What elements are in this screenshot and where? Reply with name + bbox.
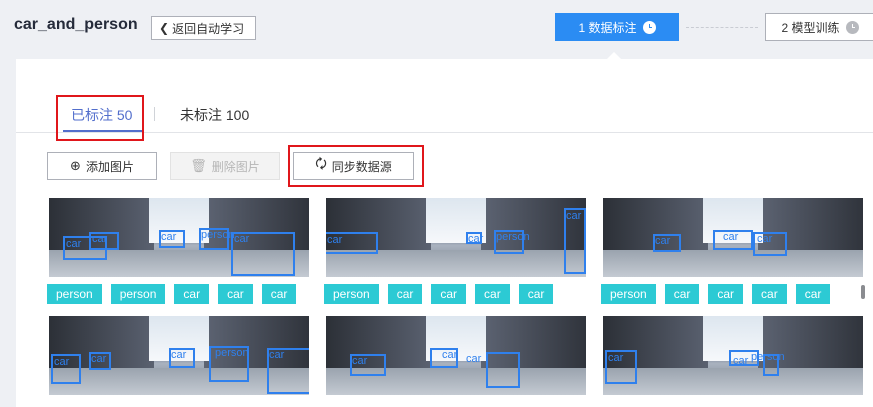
step-label: 2 模型训练	[781, 20, 840, 35]
street-image-thumbnail[interactable]: car person car	[603, 316, 863, 395]
tag: car	[475, 284, 510, 304]
bbox-label: car	[92, 233, 108, 245]
bbox-label: car	[442, 349, 458, 361]
bbox-label: person	[496, 231, 530, 243]
bbox-label: car	[161, 231, 177, 243]
image-tags: person car car car car	[324, 284, 554, 304]
clock-icon	[642, 20, 656, 34]
tag: car	[431, 284, 467, 304]
tab-divider	[154, 107, 155, 121]
bbox-label: car	[269, 349, 285, 361]
delete-image-button[interactable]: 🗑 删除图片	[170, 152, 280, 180]
bbox-label: car	[466, 353, 482, 365]
bbox-label: car	[723, 231, 739, 243]
step-data-labeling[interactable]: 1 数据标注	[555, 13, 679, 41]
bbox-label: car	[655, 235, 671, 247]
image-tags: person person car car car	[47, 284, 297, 304]
back-to-autolearning-button[interactable]: ❮ 返回自动学习	[151, 16, 256, 40]
street-image-thumbnail[interactable]: car car car person car	[49, 198, 309, 277]
tab-bar: 已标注 50 未标注 100	[16, 59, 873, 133]
tag: car	[218, 284, 253, 304]
bbox-label: car	[757, 233, 773, 245]
tag: car	[664, 284, 700, 304]
step-model-training[interactable]: 2 模型训练	[765, 13, 873, 41]
tag: person	[110, 284, 166, 304]
add-image-button[interactable]: ⊕ 添加图片	[47, 152, 157, 180]
bbox-label: car	[234, 233, 250, 245]
tag: car	[261, 284, 297, 304]
clock-icon	[845, 20, 859, 34]
chevron-left-icon: ❮	[159, 21, 170, 35]
bbox-label: car	[66, 238, 82, 250]
bbox-label: car	[352, 355, 368, 367]
bbox-label: car	[566, 210, 582, 222]
main-panel: 已标注 50 未标注 100 ⊕ 添加图片 🗑 删除图片 🗘 同步数据源 car…	[16, 59, 873, 407]
tag: person	[601, 284, 656, 304]
street-image-thumbnail[interactable]: car car car	[603, 198, 863, 277]
bbox-label: person	[201, 229, 235, 241]
bbox-label: car	[733, 355, 749, 367]
bbox-label: person	[215, 347, 249, 359]
bbox-label: car	[327, 234, 343, 246]
bbox-label: car	[468, 233, 484, 245]
highlight-box-sync	[288, 145, 424, 187]
top-bar: car_and_person ❮ 返回自动学习 1 数据标注 2 模型训练	[0, 0, 873, 59]
tag: car	[174, 284, 210, 304]
tag: car	[387, 284, 423, 304]
tag: car	[518, 284, 554, 304]
bbox-label: car	[608, 352, 624, 364]
bbox-label: car	[91, 353, 107, 365]
tab-unlabeled[interactable]: 未标注 100	[180, 105, 249, 125]
highlight-box-tab	[56, 95, 144, 141]
street-image-thumbnail[interactable]: car car car	[326, 316, 586, 395]
trash-icon: 🗑	[190, 158, 207, 173]
tag: person	[324, 284, 379, 304]
active-step-pointer	[607, 52, 621, 59]
tag: person	[47, 284, 102, 304]
street-image-thumbnail[interactable]: car car car person car	[49, 316, 309, 395]
step-label: 1 数据标注	[578, 20, 637, 35]
back-button-label: 返回自动学习	[172, 21, 245, 36]
add-image-label: 添加图片	[85, 159, 134, 174]
step-connector	[686, 27, 758, 28]
image-tags: person car car car car	[601, 284, 831, 304]
tags-scrollbar[interactable]	[861, 285, 865, 299]
plus-circle-icon: ⊕	[70, 158, 81, 173]
bbox-label: car	[54, 356, 70, 368]
tag: car	[752, 284, 787, 304]
image-grid: car car car person car person person car…	[47, 196, 873, 407]
tag: car	[795, 284, 831, 304]
bbox-label: car	[171, 349, 187, 361]
dataset-title: car_and_person	[14, 16, 138, 33]
street-image-thumbnail[interactable]: car car person car	[326, 198, 586, 277]
tag: car	[708, 284, 744, 304]
delete-image-label: 删除图片	[211, 159, 260, 174]
